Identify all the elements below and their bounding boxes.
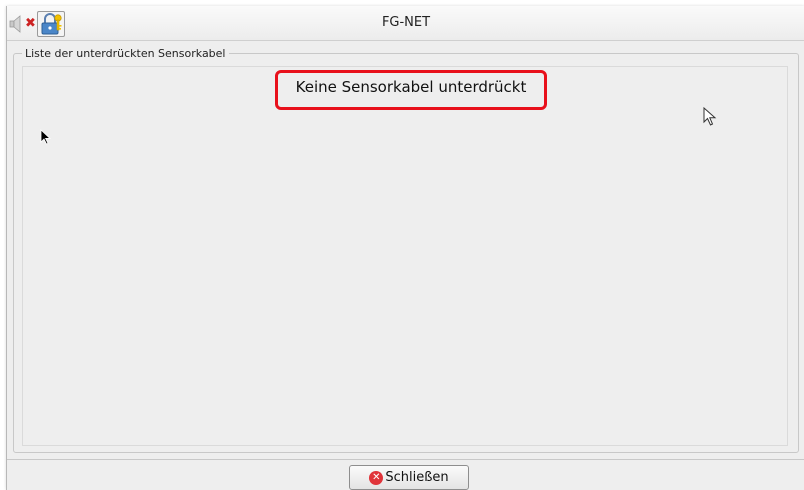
close-button[interactable]: ✕ Schließen (349, 465, 469, 490)
mouse-pointer-icon (40, 129, 52, 145)
close-circle-icon: ✕ (369, 470, 384, 485)
panel-legend: Liste der unterdrückten Sensorkabel (22, 47, 229, 60)
window-title: FG-NET (381, 15, 431, 30)
suppressed-cables-list (22, 66, 788, 446)
outline-pointer-icon (703, 106, 719, 127)
footer-separator (7, 459, 804, 460)
dialog-window: ✖ FG-NET Liste der unterdrückten Sensork… (6, 6, 804, 490)
close-button-label: Schließen (385, 470, 449, 485)
suppressed-cables-panel: Liste der unterdrückten Sensorkabel (13, 47, 799, 453)
title-bar: ✖ FG-NET (7, 6, 804, 41)
empty-list-message: Keine Sensorkabel unterdrückt (295, 78, 527, 96)
